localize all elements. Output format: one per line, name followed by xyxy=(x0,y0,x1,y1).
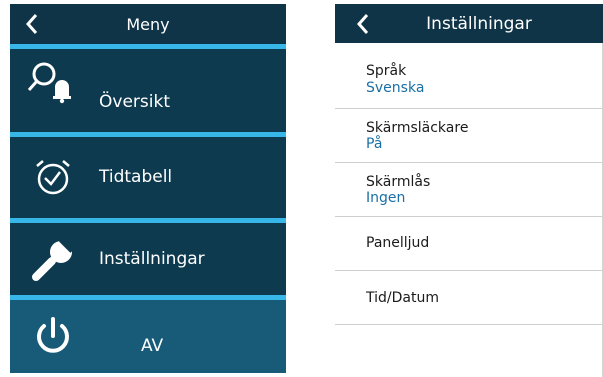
setting-value: Ingen xyxy=(366,190,406,206)
settings-row-skarmlas[interactable]: Skärmlås Ingen xyxy=(335,163,603,216)
setting-label: Skärmlås xyxy=(366,174,431,190)
settings-row-sprak[interactable]: Språk Svenska xyxy=(335,43,603,109)
row-divider xyxy=(335,324,603,325)
search-bell-icon xyxy=(27,62,71,104)
wrench-icon xyxy=(32,235,78,281)
menu-item-label: Tidtabell xyxy=(99,167,173,187)
settings-title: Inställningar xyxy=(426,14,532,34)
menu-item-tidtabell[interactable]: Tidtabell xyxy=(10,137,286,218)
off-button[interactable]: AV xyxy=(10,300,286,373)
settings-header: Inställningar xyxy=(335,4,603,43)
setting-label: Tid/Datum xyxy=(366,290,439,306)
setting-value: Svenska xyxy=(366,80,425,96)
settings-row-tid-datum[interactable]: Tid/Datum xyxy=(335,271,603,324)
clock-icon xyxy=(36,160,70,195)
menu-header: Meny xyxy=(10,4,286,44)
menu-title: Meny xyxy=(126,15,170,34)
setting-label: Skärmsläckare xyxy=(366,120,469,136)
menu-item-installningar[interactable]: Inställningar xyxy=(10,223,286,295)
setting-label: Panelljud xyxy=(366,235,430,251)
settings-row-skarmslackare[interactable]: Skärmsläckare På xyxy=(335,109,603,162)
settings-panel: Inställningar Språk Svenska Skärmsläckar… xyxy=(335,4,603,377)
setting-label: Språk xyxy=(366,63,407,79)
power-icon xyxy=(37,317,69,353)
menu-item-oversikt[interactable]: Översikt xyxy=(10,49,286,115)
menu-item-label: Inställningar xyxy=(99,249,205,269)
menu-panel: Meny Översikt Tidtabell Inställningar AV xyxy=(10,4,286,373)
settings-row-panelljud[interactable]: Panelljud xyxy=(335,217,603,270)
menu-item-label: Översikt xyxy=(99,92,170,112)
setting-value: På xyxy=(366,136,383,152)
menu-item-label: AV xyxy=(141,336,164,356)
